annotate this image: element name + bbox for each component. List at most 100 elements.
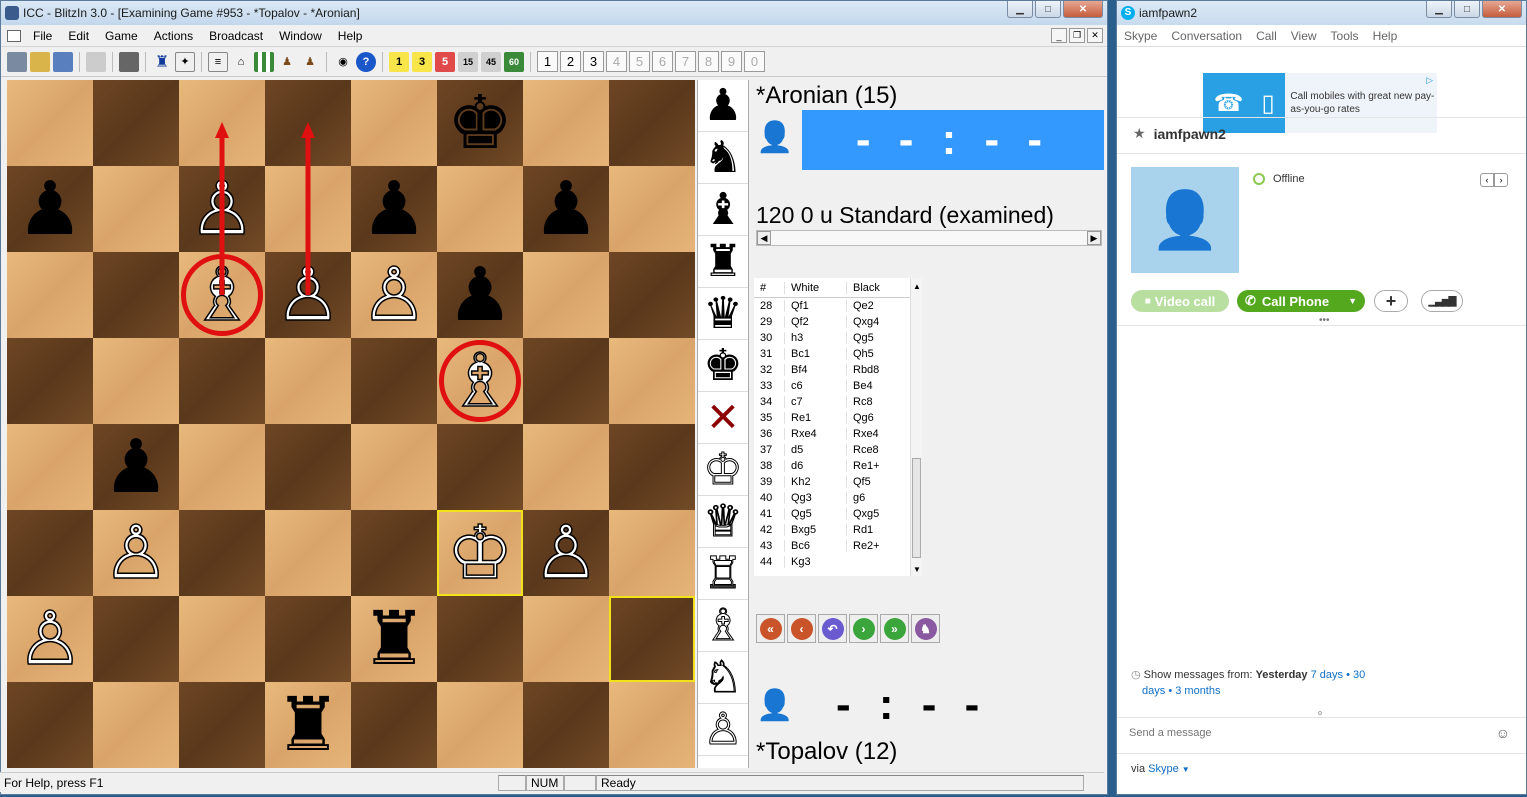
palette-white-queen-icon[interactable]: ♕: [698, 496, 748, 548]
forward-move-button[interactable]: ›: [849, 614, 878, 643]
skype-minimize-button[interactable]: ▁: [1426, 1, 1452, 18]
black-move[interactable]: Qe2: [846, 300, 908, 312]
toolbar-home-icon[interactable]: ⌂: [231, 52, 251, 72]
move-row[interactable]: 43 Bc6 Re2+: [754, 538, 922, 554]
mdi-restore-button[interactable]: ❐: [1069, 28, 1085, 43]
toolbar-list-icon[interactable]: ≡: [208, 51, 228, 72]
square-g5[interactable]: [523, 338, 609, 424]
black-move[interactable]: Rxe4: [846, 428, 908, 440]
black-move[interactable]: Re1+: [846, 460, 908, 472]
square-a3[interactable]: [7, 510, 93, 596]
white-move[interactable]: Bf4: [784, 364, 846, 376]
mdi-close-button[interactable]: ✕: [1087, 28, 1103, 43]
skype-menu-help[interactable]: Help: [1366, 29, 1405, 43]
square-b3[interactable]: ♙: [93, 510, 179, 596]
add-people-button[interactable]: +: [1374, 290, 1408, 312]
toolbar-observe-icon[interactable]: ◉: [333, 52, 353, 72]
toolbar-people-icon[interactable]: ♟: [300, 52, 320, 72]
board-number-button[interactable]: 3: [583, 51, 604, 72]
square-h4[interactable]: [609, 424, 695, 510]
square-d1[interactable]: ♜: [265, 682, 351, 768]
scroll-right-icon[interactable]: ▶: [1087, 231, 1101, 245]
scroll-up-icon[interactable]: ▲: [913, 282, 921, 291]
white-pawn-icon[interactable]: ♙: [532, 515, 600, 591]
move-row[interactable]: 37 d5 Rce8: [754, 442, 922, 458]
white-move[interactable]: Qf1: [784, 300, 846, 312]
square-g4[interactable]: [523, 424, 609, 510]
square-f1[interactable]: [437, 682, 523, 768]
minimize-button[interactable]: ▁: [1007, 1, 1033, 18]
menu-edit[interactable]: Edit: [60, 29, 97, 43]
square-d8[interactable]: [265, 80, 351, 166]
move-row[interactable]: 38 d6 Re1+: [754, 458, 922, 474]
white-move[interactable]: c7: [784, 396, 846, 408]
palette-white-knight-icon[interactable]: ♘: [698, 652, 748, 704]
move-row[interactable]: 44 Kg3: [754, 554, 922, 570]
square-e8[interactable]: [351, 80, 437, 166]
square-c7[interactable]: ♙: [179, 166, 265, 252]
toolbar-seek-icon[interactable]: ♜: [152, 52, 172, 72]
square-a7[interactable]: ♟: [7, 166, 93, 252]
black-move[interactable]: Re2+: [846, 540, 908, 552]
square-g2[interactable]: [523, 596, 609, 682]
move-row[interactable]: 42 Bxg5 Rd1: [754, 522, 922, 538]
square-b2[interactable]: [93, 596, 179, 682]
favorite-star-icon[interactable]: ★: [1133, 125, 1146, 142]
white-pawn-icon[interactable]: ♙: [274, 257, 342, 333]
square-d5[interactable]: [265, 338, 351, 424]
palette-black-king-icon[interactable]: ♚: [698, 340, 748, 392]
white-move[interactable]: Qg5: [784, 508, 846, 520]
square-e2[interactable]: ♜: [351, 596, 437, 682]
black-pawn-icon[interactable]: ♟: [361, 172, 427, 246]
move-row[interactable]: 40 Qg3 g6: [754, 490, 922, 506]
white-move[interactable]: d6: [784, 460, 846, 472]
move-row[interactable]: 36 Rxe4 Rxe4: [754, 426, 922, 442]
move-row[interactable]: 30 h3 Qg5: [754, 330, 922, 346]
square-h2[interactable]: [609, 596, 695, 682]
white-move[interactable]: Bc1: [784, 348, 846, 360]
board-number-button[interactable]: 0: [744, 51, 765, 72]
white-king-icon[interactable]: ♔: [446, 515, 514, 591]
square-a5[interactable]: [7, 338, 93, 424]
toolbar-45min-icon[interactable]: 45: [481, 51, 501, 72]
black-move[interactable]: Rce8: [846, 444, 908, 456]
history-30-link[interactable]: 30: [1353, 669, 1365, 681]
move-list-scrollbar[interactable]: ▲ ▼: [910, 278, 922, 576]
first-move-button[interactable]: «: [756, 614, 785, 643]
move-row[interactable]: 39 Kh2 Qf5: [754, 474, 922, 490]
undo-button[interactable]: ↶: [818, 614, 847, 643]
toolbar-players-icon[interactable]: ♟: [277, 52, 297, 72]
skype-close-button[interactable]: ✕: [1482, 1, 1522, 18]
square-g7[interactable]: ♟: [523, 166, 609, 252]
history-7days-link[interactable]: 7 days: [1311, 669, 1343, 681]
square-g8[interactable]: [523, 80, 609, 166]
palette-black-pawn-icon[interactable]: ♟: [698, 80, 748, 132]
move-row[interactable]: 41 Qg5 Qxg5: [754, 506, 922, 522]
toolbar-15min-icon[interactable]: 15: [458, 51, 478, 72]
square-e7[interactable]: ♟: [351, 166, 437, 252]
black-move[interactable]: Qxg4: [846, 316, 908, 328]
palette-white-pawn-icon[interactable]: ♙: [698, 704, 748, 756]
square-f2[interactable]: [437, 596, 523, 682]
black-move[interactable]: Rd1: [846, 524, 908, 536]
call-dropdown-icon[interactable]: ▼: [1348, 296, 1357, 306]
palette-white-bishop-icon[interactable]: ♗: [698, 600, 748, 652]
square-c8[interactable]: [179, 80, 265, 166]
white-pawn-icon[interactable]: ♙: [16, 601, 84, 677]
square-b4[interactable]: ♟: [93, 424, 179, 510]
square-f3[interactable]: ♔: [437, 510, 523, 596]
square-e4[interactable]: [351, 424, 437, 510]
toolbar-3min-icon[interactable]: 3: [412, 51, 432, 72]
black-move[interactable]: Qg6: [846, 412, 908, 424]
square-c1[interactable]: [179, 682, 265, 768]
square-a2[interactable]: ♙: [7, 596, 93, 682]
black-move[interactable]: Qf5: [846, 476, 908, 488]
square-f6[interactable]: ♟: [437, 252, 523, 338]
square-e6[interactable]: ♙: [351, 252, 437, 338]
square-f4[interactable]: [437, 424, 523, 510]
black-pawn-icon[interactable]: ♟: [447, 258, 513, 332]
white-move[interactable]: c6: [784, 380, 846, 392]
square-a1[interactable]: [7, 682, 93, 768]
palette-black-bishop-icon[interactable]: ♝: [698, 184, 748, 236]
move-row[interactable]: 31 Bc1 Qh5: [754, 346, 922, 362]
